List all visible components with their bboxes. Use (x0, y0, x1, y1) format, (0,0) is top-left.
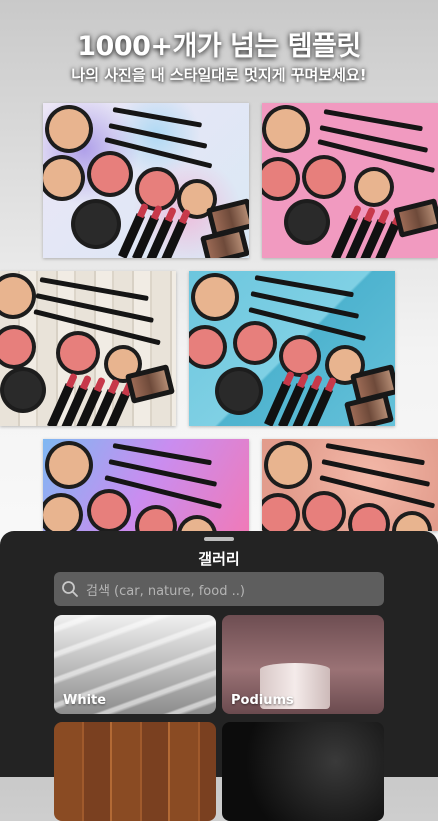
compact-product (45, 441, 93, 489)
template-card-peach[interactable] (262, 439, 438, 531)
compact-product (87, 489, 131, 531)
compact-product (43, 155, 85, 201)
sheet-title: 갤러리 (198, 550, 240, 568)
compact-product (71, 199, 121, 249)
template-card-wood[interactable] (0, 271, 176, 426)
template-card-blue[interactable] (189, 271, 395, 426)
compact-product (302, 491, 346, 531)
category-label: White (63, 693, 107, 708)
category-label: Podiums (231, 693, 294, 708)
drag-handle[interactable] (204, 537, 234, 541)
palette-product (393, 198, 438, 238)
compact-product (262, 157, 300, 201)
gallery-bottom-sheet: 갤러리 검색 (car, nature, food ..) White Podi… (0, 531, 438, 821)
compact-product (45, 105, 93, 153)
template-card-pink[interactable] (262, 103, 438, 258)
palette-product (344, 392, 394, 426)
compact-product (0, 325, 36, 369)
category-card-podiums[interactable]: Podiums (222, 615, 384, 714)
template-card-marble[interactable] (43, 103, 249, 258)
category-card-wood[interactable] (54, 722, 216, 821)
compact-product (87, 151, 133, 197)
compact-product (135, 505, 177, 531)
compact-product (279, 335, 321, 377)
palette-product (200, 226, 249, 258)
compact-product (215, 367, 263, 415)
compact-product (262, 105, 310, 153)
compact-product (43, 493, 83, 531)
compact-product (284, 199, 330, 245)
headline: 1000+개가 넘는 템플릿 (77, 31, 361, 62)
compact-product (0, 367, 46, 413)
compact-product (392, 511, 432, 531)
compact-product (189, 325, 227, 369)
compact-product (177, 515, 217, 531)
category-card-white[interactable]: White (54, 615, 216, 714)
search-icon (60, 579, 80, 599)
compact-product (0, 273, 36, 319)
search-placeholder: 검색 (car, nature, food ..) (86, 583, 245, 599)
template-card-gradient[interactable] (43, 439, 249, 531)
compact-product (262, 493, 300, 531)
liner-product (112, 107, 203, 128)
search-input[interactable]: 검색 (car, nature, food ..) (54, 572, 384, 606)
compact-product (233, 321, 277, 365)
category-card-dark[interactable] (222, 722, 384, 821)
compact-product (56, 331, 100, 375)
compact-product (264, 441, 312, 489)
compact-product (348, 503, 390, 531)
compact-product (354, 167, 394, 207)
compact-product (191, 273, 239, 321)
subline: 나의 사진을 내 스타일대로 멋지게 꾸며보세요! (71, 66, 367, 84)
compact-product (302, 155, 346, 199)
